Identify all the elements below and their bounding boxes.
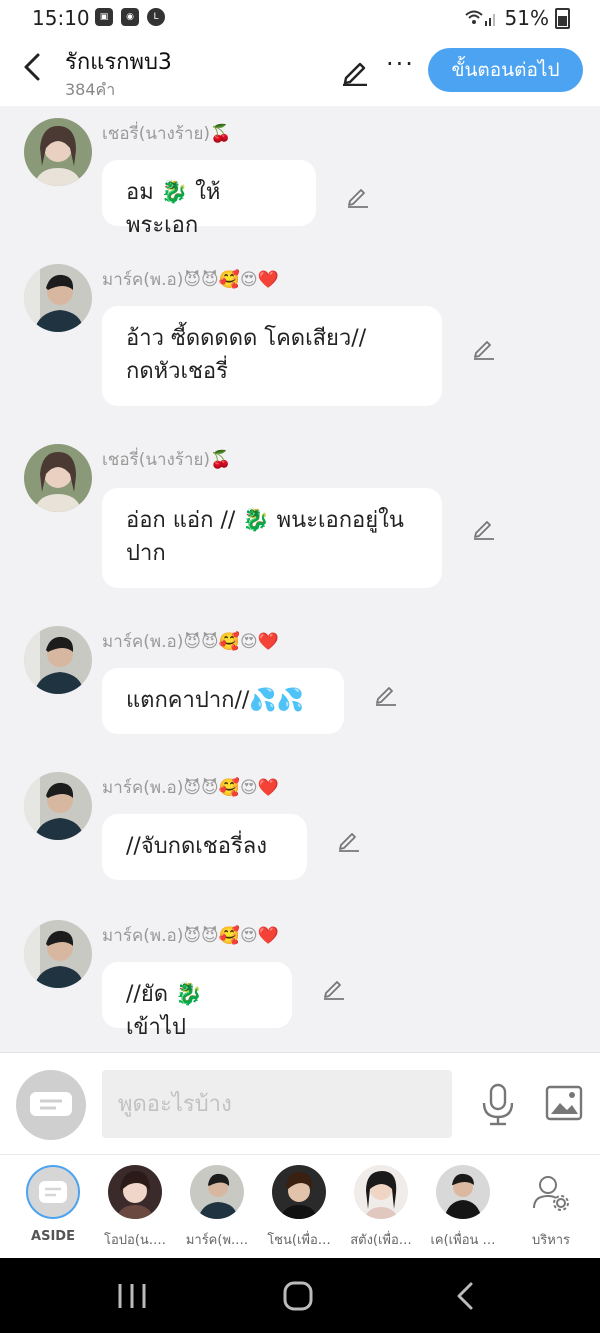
wifi-signal-icon: [464, 10, 495, 26]
message-bubble[interactable]: อ้าว ซี้ดดดดด โคดเสียว// กดหัวเชอรี่: [102, 306, 442, 406]
character-label: มาร์ค(พ.…: [185, 1233, 249, 1248]
story-title: รักแรกพบ3: [65, 50, 172, 75]
character-label: บริหาร: [531, 1233, 571, 1248]
character-bar: ASIDE โอปอ(น.… มาร์ค(พ.… โชน(เพื่อ… สตัง…: [0, 1154, 600, 1259]
edit-message-icon[interactable]: [322, 976, 346, 1000]
message-bubble[interactable]: //จับกดเชอรี่ลง: [102, 814, 307, 880]
battery-icon: [555, 7, 570, 29]
sender-name: มาร์ค(พ.อ)😈😈🥰😍❤️: [102, 926, 279, 946]
line-icon: L: [147, 8, 165, 26]
story-header: รักแรกพบ3 384คำ ··· ขั้นตอนต่อไป: [0, 36, 600, 106]
back-arrow-icon[interactable]: [20, 52, 46, 82]
avatar: [190, 1165, 244, 1219]
character-label: สตัง(เพื่อ…: [350, 1233, 412, 1248]
avatar: [436, 1165, 490, 1219]
chat-mode-button[interactable]: [16, 1070, 86, 1140]
word-count: 384คำ: [65, 80, 116, 99]
character-item[interactable]: โชน(เพื่อ…: [258, 1165, 340, 1250]
chat-area[interactable]: เชอรี่(นางร้าย)🍒 อม 🐉 ให้พระเอก มาร์ค(พ.…: [0, 106, 600, 1052]
character-aside[interactable]: ASIDE: [12, 1165, 94, 1244]
sender-name: มาร์ค(พ.อ)😈😈🥰😍❤️: [102, 270, 279, 290]
edit-message-icon[interactable]: [472, 336, 496, 360]
aside-avatar: [26, 1165, 80, 1219]
character-item[interactable]: เค(เพื่อน …: [422, 1165, 504, 1250]
avatar: [354, 1165, 408, 1219]
sender-name: เชอรี่(นางร้าย)🍒: [102, 450, 232, 470]
microphone-icon[interactable]: [480, 1083, 516, 1127]
avatar[interactable]: [24, 920, 92, 988]
status-bar: 15:10 ▣ ◉ L 51%: [0, 0, 600, 36]
character-label: เค(เพื่อน …: [430, 1233, 496, 1248]
system-nav-bar: [0, 1258, 600, 1333]
avatar[interactable]: [24, 772, 92, 840]
avatar[interactable]: [24, 626, 92, 694]
edit-message-icon[interactable]: [337, 828, 361, 852]
message-bubble[interactable]: อ่อก แอ่ก // 🐉 พนะเอกอยู่ใน ปาก: [102, 488, 442, 588]
more-options-icon[interactable]: ···: [386, 50, 415, 78]
message-bubble[interactable]: อม 🐉 ให้พระเอก: [102, 160, 316, 238]
character-item[interactable]: มาร์ค(พ.…: [176, 1165, 258, 1250]
chat-bubble-icon: [39, 1181, 67, 1203]
recent-apps-icon[interactable]: [112, 1280, 152, 1312]
avatar[interactable]: [24, 264, 92, 332]
message-bubble[interactable]: //ยัด 🐉 เข้าไป: [102, 962, 292, 1040]
battery-percent: 51%: [504, 6, 549, 30]
edit-message-icon[interactable]: [346, 184, 370, 208]
avatar[interactable]: [24, 444, 92, 512]
character-label: โชน(เพื่อ…: [267, 1233, 331, 1248]
user-settings-icon: [524, 1165, 578, 1219]
edit-title-icon[interactable]: [340, 56, 370, 86]
message-input[interactable]: [102, 1070, 452, 1138]
next-step-button[interactable]: ขั้นตอนต่อไป: [428, 48, 583, 92]
sender-name: มาร์ค(พ.อ)😈😈🥰😍❤️: [102, 778, 279, 798]
message-bubble[interactable]: แตกคาปาก//💦💦: [102, 668, 344, 734]
sender-name: มาร์ค(พ.อ)😈😈🥰😍❤️: [102, 632, 279, 652]
home-icon[interactable]: [278, 1280, 318, 1312]
camera-icon: ◉: [121, 8, 139, 26]
chat-bubble-icon: [30, 1092, 72, 1116]
manage-characters[interactable]: บริหาร: [510, 1165, 592, 1250]
edit-message-icon[interactable]: [374, 682, 398, 706]
avatar[interactable]: [24, 118, 92, 186]
character-item[interactable]: สตัง(เพื่อ…: [340, 1165, 422, 1250]
gallery-icon: ▣: [95, 8, 113, 26]
back-nav-icon[interactable]: [446, 1280, 486, 1312]
image-upload-icon[interactable]: [545, 1085, 583, 1121]
sender-name: เชอรี่(นางร้าย)🍒: [102, 124, 232, 144]
character-label: ASIDE: [31, 1229, 75, 1244]
status-time: 15:10: [32, 6, 90, 30]
avatar: [272, 1165, 326, 1219]
edit-message-icon[interactable]: [472, 516, 496, 540]
avatar: [108, 1165, 162, 1219]
character-label: โอปอ(น.…: [104, 1233, 166, 1248]
input-bar: [0, 1052, 600, 1155]
character-item[interactable]: โอปอ(น.…: [94, 1165, 176, 1250]
